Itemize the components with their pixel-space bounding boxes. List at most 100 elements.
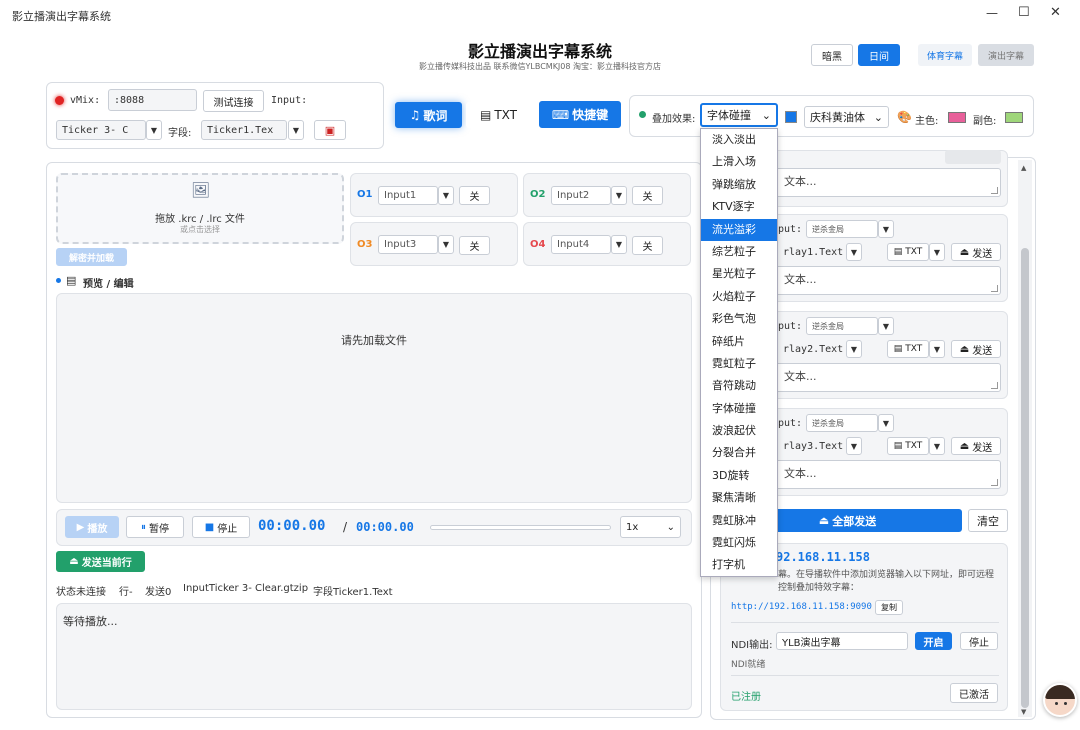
overlay1-input-select[interactable]: 逆杀金局 [806, 220, 878, 238]
output-o3-input-select[interactable]: Input3 [378, 235, 438, 254]
effect-option[interactable]: 彩色气泡 [701, 308, 777, 330]
overlay-text-2[interactable]: 文本... [775, 363, 1001, 392]
chevron-down-icon[interactable]: ▼ [878, 220, 894, 238]
effect-option[interactable]: 综艺粒子 [701, 241, 777, 263]
ndi-start-button[interactable]: 开启 [915, 632, 952, 650]
chevron-down-icon[interactable]: ▼ [846, 437, 862, 455]
effect-option[interactable]: 流光溢彩 [701, 218, 777, 241]
effect-option[interactable]: 分裂合并 [701, 442, 777, 464]
effect-dropdown-list[interactable]: 淡入淡出 上滑入场 弹跳缩放 KTV逐字 流光溢彩 综艺粒子 星光粒子 火焰粒子 彩色气泡 碎纸片… [700, 128, 778, 577]
play-button[interactable]: ▶ 播放 [65, 516, 119, 538]
copy-url-button[interactable]: 复制 [875, 600, 903, 615]
chevron-down-icon[interactable]: ▼ [611, 235, 627, 254]
output-o1-input-select[interactable]: Input1 [378, 186, 438, 205]
effect-option[interactable]: 聚焦清晰 [701, 487, 777, 509]
effect-option[interactable]: 打字机 [701, 554, 777, 576]
send-current-line-button[interactable]: ⏏ 发送当前行 [56, 551, 145, 572]
output-o4-off-button[interactable]: 关 [632, 236, 663, 255]
effect-option[interactable]: 星光粒子 [701, 263, 777, 285]
output-o4-input-select[interactable]: Input4 [551, 235, 611, 254]
chevron-down-icon[interactable]: ▼ [438, 235, 454, 254]
overlay2-send-button[interactable]: ⏏ 发送 [951, 340, 1001, 358]
effect-option[interactable]: 波浪起伏 [701, 420, 777, 442]
stop-button[interactable]: ■ 停止 [192, 516, 250, 538]
pause-button[interactable]: ⏸ 暂停 [126, 516, 184, 538]
remote-url[interactable]: http://192.168.11.158:9090 [731, 602, 872, 612]
overlay-text-0[interactable]: 文本... [775, 168, 1001, 197]
font-color-icon[interactable] [785, 111, 797, 123]
primary-color-swatch[interactable] [948, 112, 966, 123]
chevron-down-icon[interactable]: ▼ [878, 414, 894, 432]
output-o1-off-button[interactable]: 关 [459, 186, 490, 205]
activated-button[interactable]: 已激活 [950, 683, 998, 703]
overlay3-send-button[interactable]: ⏏ 发送 [951, 437, 1001, 455]
output-o2-off-button[interactable]: 关 [632, 186, 663, 205]
effect-option[interactable]: 上滑入场 [701, 151, 777, 173]
overlay3-field[interactable]: rlay3.Text [778, 437, 846, 455]
effect-option[interactable]: 3D旋转 [701, 465, 777, 487]
close-button[interactable]: ✕ [1050, 5, 1061, 20]
txt-mode-button[interactable]: ▤ TXT [466, 102, 531, 128]
scroll-down-icon[interactable]: ▼ [1021, 708, 1026, 716]
chevron-down-icon[interactable]: ▼ [146, 120, 162, 140]
chevron-down-icon[interactable]: ▼ [438, 186, 454, 205]
output-o3-off-button[interactable]: 关 [459, 236, 490, 255]
effect-option[interactable]: 霓虹闪烁 [701, 532, 777, 554]
overlay3-txt-button[interactable]: ▤ TXT [887, 437, 929, 455]
decrypt-load-button[interactable]: 解密并加载 [56, 248, 127, 266]
scroll-up-icon[interactable]: ▲ [1021, 164, 1026, 172]
test-connection-button[interactable]: 测试连接 [203, 90, 264, 112]
overlay-text-1[interactable]: 文本... [775, 266, 1001, 295]
effect-option[interactable]: 霓虹粒子 [701, 353, 777, 375]
chevron-down-icon[interactable]: ▼ [929, 437, 945, 455]
effect-select[interactable]: 字体碰撞 ⌄ [700, 103, 778, 127]
maximize-button[interactable]: ☐ [1018, 5, 1030, 20]
field-select[interactable]: Ticker1.Tex [201, 120, 287, 140]
card-button-partial[interactable] [945, 150, 1001, 164]
theme-dark-button[interactable]: 暗黑 [811, 44, 853, 66]
speed-select[interactable]: 1x ⌄ [620, 516, 681, 538]
effect-option[interactable]: 弹跳缩放 [701, 174, 777, 196]
preview-area[interactable] [56, 293, 692, 503]
ticker-select[interactable]: Ticker 3- C [56, 120, 146, 140]
theme-day-button[interactable]: 日间 [858, 44, 900, 66]
show-subtitle-tab[interactable]: 演出字幕 [978, 44, 1034, 66]
overlay1-send-button[interactable]: ⏏ 发送 [951, 243, 1001, 261]
clear-button[interactable]: 清空 [968, 509, 1008, 532]
effect-option[interactable]: 碎纸片 [701, 331, 777, 353]
effect-option[interactable]: 字体碰撞 [701, 398, 777, 420]
scrollbar-thumb[interactable] [1021, 248, 1029, 708]
chevron-down-icon[interactable]: ▼ [288, 120, 304, 140]
effect-option[interactable]: 火焰粒子 [701, 286, 777, 308]
progress-slider[interactable] [430, 525, 611, 530]
lyrics-mode-button[interactable]: ♫ 歌词 [395, 102, 462, 128]
chevron-down-icon[interactable]: ▼ [846, 340, 862, 358]
chevron-down-icon[interactable]: ▼ [929, 340, 945, 358]
output-o2-input-select[interactable]: Input2 [551, 186, 611, 205]
overlay1-field[interactable]: rlay1.Text [778, 243, 846, 261]
ndi-name-input[interactable]: YLB演出字幕 [776, 632, 908, 650]
chevron-down-icon[interactable]: ▼ [929, 243, 945, 261]
effect-option[interactable]: KTV逐字 [701, 196, 777, 218]
effect-option[interactable]: 淡入淡出 [701, 129, 777, 151]
save-icon[interactable]: ▣ [314, 120, 346, 140]
vmix-port-input[interactable]: :8088 [108, 89, 197, 111]
chevron-down-icon[interactable]: ▼ [846, 243, 862, 261]
avatar[interactable] [1043, 683, 1077, 717]
overlay1-txt-button[interactable]: ▤ TXT [887, 243, 929, 261]
ndi-stop-button[interactable]: 停止 [960, 632, 998, 650]
effect-option[interactable]: 霓虹脉冲 [701, 510, 777, 532]
font-select[interactable]: 庆科黄油体 ⌄ [804, 106, 889, 128]
overlay2-field[interactable]: rlay2.Text [778, 340, 846, 358]
overlay2-input-select[interactable]: 逆杀金局 [806, 317, 878, 335]
effect-option[interactable]: 音符跳动 [701, 375, 777, 397]
minimize-button[interactable]: — [986, 6, 998, 20]
chevron-down-icon[interactable]: ▼ [878, 317, 894, 335]
chevron-down-icon[interactable]: ▼ [611, 186, 627, 205]
overlay-text-3[interactable]: 文本... [775, 460, 1001, 489]
secondary-color-swatch[interactable] [1005, 112, 1023, 123]
sports-subtitle-tab[interactable]: 体育字幕 [918, 44, 972, 66]
overlay2-txt-button[interactable]: ▤ TXT [887, 340, 929, 358]
hotkeys-button[interactable]: ⌨ 快捷键 [539, 101, 621, 128]
overlay3-input-select[interactable]: 逆杀金局 [806, 414, 878, 432]
